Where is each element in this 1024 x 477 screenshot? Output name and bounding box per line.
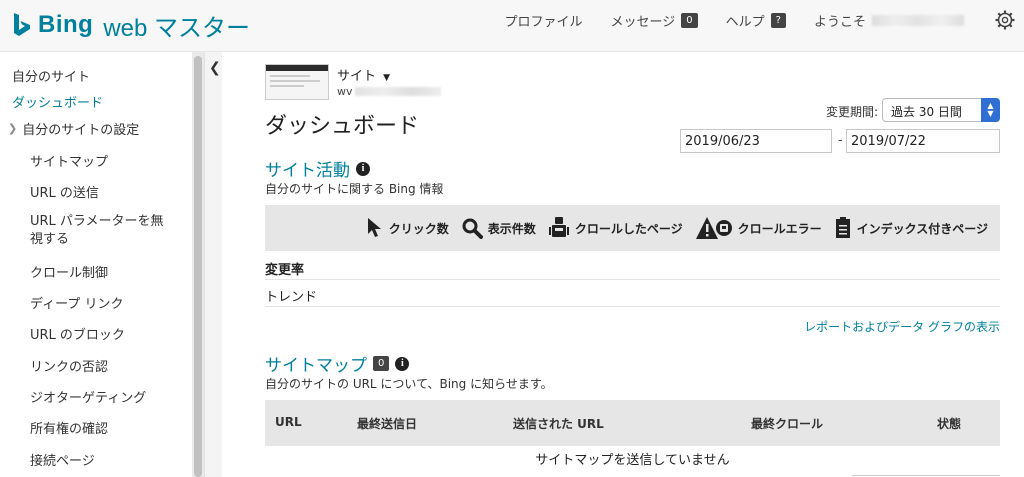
metrics-bar: クリック数 表示件数 クロールしたページ クロールエラー インデックス付きページ bbox=[265, 205, 1000, 251]
sidebar-item-label-line2: 視する bbox=[30, 232, 70, 247]
col-url[interactable]: URL bbox=[275, 415, 302, 429]
col-last-submitted[interactable]: 最終送信日 bbox=[357, 415, 417, 432]
info-icon[interactable]: i bbox=[356, 161, 370, 176]
metric-crawled-pages-label: クロールしたページ bbox=[574, 221, 683, 236]
nav-messages-label: メッセージ bbox=[610, 14, 676, 30]
sidebar-item-crawl-control[interactable]: クロール制御 bbox=[30, 262, 108, 281]
sidebar-collapse-toggle[interactable]: ❮ bbox=[204, 52, 222, 477]
metric-indexed-pages[interactable]: インデックス付きページ bbox=[834, 216, 988, 240]
metric-crawled-pages[interactable]: クロールしたページ bbox=[548, 216, 683, 240]
metric-crawl-errors[interactable]: クロールエラー bbox=[695, 215, 822, 241]
page-title: ダッシュボード bbox=[265, 114, 420, 139]
sitemaps-description: 自分のサイトの URL について、Bing に知らせます。 bbox=[265, 377, 553, 391]
date-separator: - bbox=[838, 133, 843, 148]
sidebar-item-deep-links[interactable]: ディープ リンク bbox=[30, 293, 123, 312]
metric-crawl-errors-label: クロールエラー bbox=[737, 221, 822, 236]
top-header: Bing web マスター プロファイル メッセージ 0 ヘルプ ? ようこそ bbox=[0, 0, 1024, 52]
nav-help[interactable]: ヘルプ ? bbox=[726, 11, 786, 30]
site-activity-description: 自分のサイトに関する Bing 情報 bbox=[265, 182, 444, 196]
sidebar-item-dashboard[interactable]: ダッシュボード bbox=[12, 92, 103, 111]
divider bbox=[265, 306, 1000, 307]
divider bbox=[265, 279, 1000, 280]
site-url: wv bbox=[337, 85, 441, 98]
brand-name: Bing bbox=[38, 11, 94, 38]
document-icon bbox=[835, 217, 850, 238]
divider bbox=[852, 475, 1000, 476]
metric-impressions[interactable]: 表示件数 bbox=[461, 217, 536, 239]
sitemaps-title: サイトマップ 0 i bbox=[265, 351, 410, 376]
welcome-label: ようこそ bbox=[813, 14, 866, 30]
site-url-prefix: wv bbox=[337, 85, 353, 98]
metric-indexed-pages-label: インデックス付きページ bbox=[856, 221, 988, 236]
updown-arrows-icon: ▲ ▼ bbox=[981, 98, 1000, 122]
sidebar-item-block-urls[interactable]: URL のブロック bbox=[30, 324, 125, 343]
warning-robot-icon bbox=[695, 217, 732, 239]
nav-messages[interactable]: メッセージ 0 bbox=[611, 11, 698, 30]
col-status[interactable]: 状態 bbox=[937, 415, 961, 432]
sidebar-item-connected-pages[interactable]: 接続ページ bbox=[30, 450, 95, 469]
site-thumbnail bbox=[265, 64, 329, 100]
sidebar-item-site-settings-label: 自分のサイトの設定 bbox=[22, 123, 140, 138]
nav-profile-label: プロファイル bbox=[504, 14, 583, 30]
magnifier-icon bbox=[462, 218, 483, 239]
col-last-crawled[interactable]: 最終クロール bbox=[751, 415, 823, 432]
cursor-icon bbox=[367, 218, 381, 237]
bing-logo[interactable]: Bing web マスター bbox=[12, 10, 251, 42]
site-activity-title-text: サイト活動 bbox=[265, 161, 350, 181]
chevron-right-icon: ❯ bbox=[8, 122, 18, 135]
product-name: web マスター bbox=[103, 14, 251, 42]
sidebar-item-disavow-links[interactable]: リンクの否認 bbox=[30, 356, 108, 375]
sidebar-item-verify-ownership[interactable]: 所有権の確認 bbox=[30, 418, 108, 437]
sitemaps-empty-message: サイトマップを送信していません bbox=[535, 453, 730, 468]
report-graph-link[interactable]: レポートおよびデータ グラフの表示 bbox=[804, 318, 1000, 335]
trend-row: トレンド bbox=[265, 290, 318, 305]
sidebar-item-ignore-url-params[interactable]: URL パラメーターを無 視する bbox=[30, 213, 164, 249]
blurred-username bbox=[872, 14, 964, 26]
sidebar-item-sitemaps[interactable]: サイトマップ bbox=[30, 151, 108, 170]
caret-down-icon: ▼ bbox=[383, 73, 391, 83]
period-select[interactable]: 過去 30 日間 ▲ ▼ bbox=[882, 98, 1000, 122]
chevron-left-icon: ❮ bbox=[209, 60, 221, 76]
welcome-user[interactable]: ようこそ bbox=[814, 11, 964, 30]
metric-impressions-label: 表示件数 bbox=[487, 221, 536, 236]
sidebar-item-site-settings[interactable]: ❯ 自分のサイトの設定 bbox=[8, 119, 139, 138]
period-label: 変更期間: bbox=[826, 105, 879, 119]
end-date-input[interactable]: 2019/07/22 bbox=[846, 129, 1000, 153]
robot-icon bbox=[548, 217, 569, 237]
info-icon[interactable]: i bbox=[395, 356, 410, 371]
blurred-url bbox=[354, 87, 441, 96]
change-rate-row: 変更率 bbox=[265, 263, 305, 278]
site-dropdown[interactable]: サイト ▼ bbox=[337, 65, 390, 84]
top-nav: プロファイル メッセージ 0 ヘルプ ? ようこそ bbox=[477, 10, 1024, 30]
sidebar-item-submit-urls[interactable]: URL の送信 bbox=[30, 182, 99, 201]
site-activity-title: サイト活動 i bbox=[265, 156, 370, 181]
help-badge: ? bbox=[770, 12, 786, 28]
start-date-input[interactable]: 2019/06/23 bbox=[680, 129, 832, 153]
nav-help-label: ヘルプ bbox=[725, 14, 765, 30]
bing-b-icon bbox=[14, 13, 30, 36]
col-urls-submitted[interactable]: 送信された URL bbox=[513, 415, 604, 432]
messages-count-badge: 0 bbox=[681, 12, 698, 28]
sidebar-scrollbar-thumb[interactable] bbox=[194, 56, 202, 477]
sitemaps-count-badge: 0 bbox=[373, 356, 390, 371]
gear-icon[interactable] bbox=[994, 9, 1016, 31]
nav-profile[interactable]: プロファイル bbox=[505, 11, 583, 30]
metric-clicks[interactable]: クリック数 bbox=[366, 217, 449, 239]
metric-clicks-label: クリック数 bbox=[388, 221, 449, 236]
sitemaps-table-header: URL 最終送信日 送信された URL 最終クロール 状態 bbox=[265, 400, 1000, 446]
sidebar-item-geo-targeting[interactable]: ジオターゲティング bbox=[30, 387, 146, 406]
site-dropdown-label: サイト bbox=[337, 69, 377, 84]
period-selected-value: 過去 30 日間 bbox=[891, 105, 962, 119]
sitemaps-title-text: サイトマップ bbox=[265, 356, 367, 376]
sidebar-item-my-sites[interactable]: 自分のサイト bbox=[12, 66, 90, 85]
sidebar-item-label-line1: URL パラメーターを無 bbox=[30, 214, 164, 229]
